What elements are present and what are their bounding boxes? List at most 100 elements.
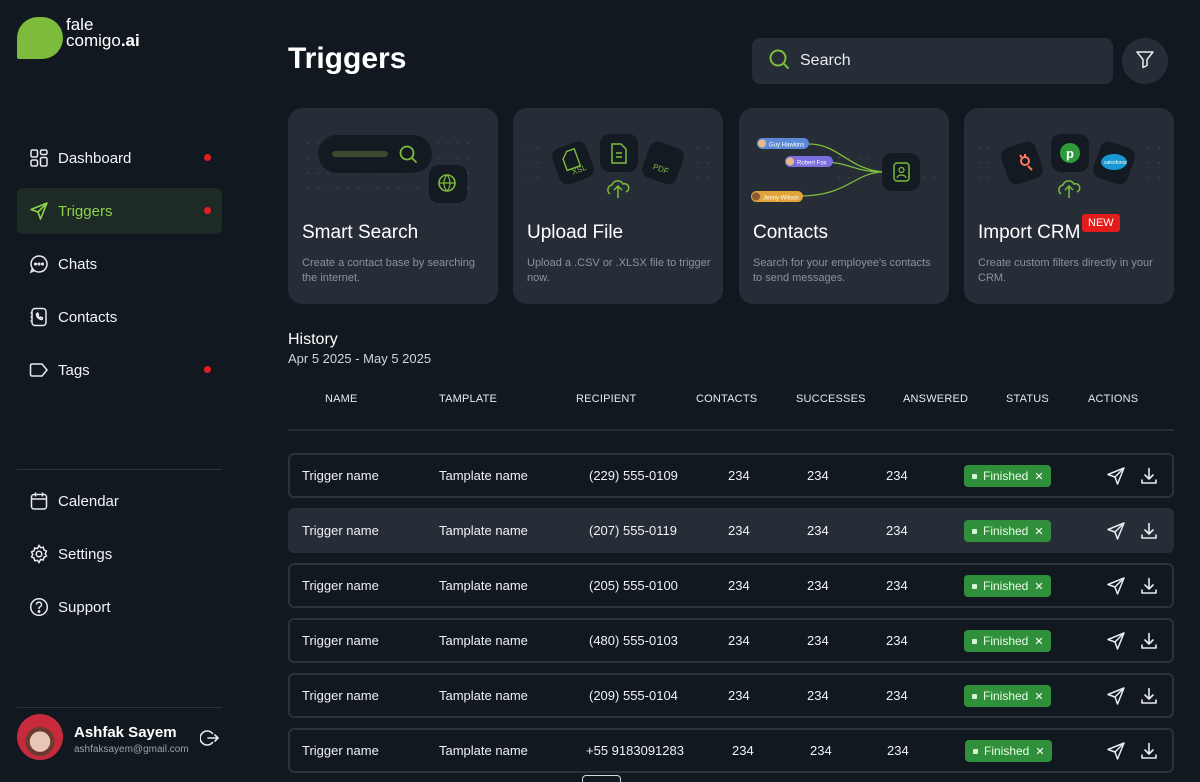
send-icon[interactable] bbox=[1106, 466, 1126, 486]
filter-icon bbox=[1135, 49, 1155, 74]
contact-chip: Robert Fox bbox=[797, 161, 827, 167]
download-icon[interactable] bbox=[1139, 631, 1159, 651]
send-icon[interactable] bbox=[1106, 631, 1126, 651]
column-header-recipient[interactable]: RECIPIENT bbox=[576, 393, 636, 405]
recipient-cell: (480) 555-0103 bbox=[589, 633, 678, 648]
card-upload-file[interactable]: XSL PDF Upload File Upload a .CSV or .XL… bbox=[513, 108, 723, 304]
sidebar-item-settings[interactable]: Settings bbox=[17, 531, 222, 577]
trigger-name-cell: Trigger name bbox=[302, 743, 379, 758]
download-icon[interactable] bbox=[1139, 686, 1159, 706]
sidebar-item-support[interactable]: Support bbox=[17, 584, 222, 630]
page-title: Triggers bbox=[288, 42, 407, 75]
card-import-crm[interactable]: p salesforce Import CRM NEW Create custo… bbox=[964, 108, 1174, 304]
contacts-illustration: Guy Hawkins Robert Fox Jenny Wilson bbox=[751, 138, 935, 202]
status-indicator bbox=[973, 748, 978, 754]
table-row[interactable]: Trigger name Tamplate name (480) 555-0103 2… bbox=[288, 618, 1174, 663]
template-cell: Tamplate name bbox=[439, 743, 528, 758]
successes-cell: 234 bbox=[807, 578, 829, 593]
sidebar-item-tags[interactable]: Tags bbox=[17, 347, 222, 393]
sidebar-item-dashboard[interactable]: Dashboard bbox=[17, 135, 222, 181]
status-badge[interactable]: Finished ✕ bbox=[964, 520, 1051, 542]
status-badge[interactable]: Finished ✕ bbox=[964, 575, 1051, 597]
column-header-template[interactable]: TAMPLATE bbox=[439, 393, 497, 405]
close-icon[interactable]: ✕ bbox=[1034, 525, 1043, 538]
search-bar[interactable] bbox=[752, 38, 1113, 84]
download-icon[interactable] bbox=[1139, 741, 1159, 761]
user-email: ashfaksayem@gmail.com bbox=[74, 744, 189, 755]
status-badge[interactable]: Finished ✕ bbox=[965, 740, 1052, 762]
column-header-name[interactable]: NAME bbox=[325, 393, 358, 405]
calendar-icon bbox=[29, 491, 49, 511]
new-badge: NEW bbox=[1082, 214, 1120, 232]
column-header-answered[interactable]: ANSWERED bbox=[903, 393, 968, 405]
search-icon bbox=[768, 48, 790, 75]
send-icon[interactable] bbox=[1106, 576, 1126, 596]
download-icon[interactable] bbox=[1139, 576, 1159, 596]
close-icon[interactable]: ✕ bbox=[1034, 635, 1043, 648]
status-label: Finished bbox=[983, 634, 1029, 648]
table-row[interactable]: Trigger name Tamplate name (209) 555-0104 2… bbox=[288, 673, 1174, 718]
download-icon[interactable] bbox=[1139, 521, 1159, 541]
contacts-cell: 234 bbox=[728, 578, 750, 593]
close-icon[interactable]: ✕ bbox=[1034, 690, 1043, 703]
sidebar-item-label: Support bbox=[58, 598, 111, 616]
successes-cell: 234 bbox=[807, 688, 829, 703]
user-name: Ashfak Sayem bbox=[74, 724, 177, 741]
card-description: Create a contact base by searching the i… bbox=[302, 257, 476, 284]
column-header-contacts[interactable]: CONTACTS bbox=[696, 393, 757, 405]
notification-dot bbox=[204, 154, 211, 161]
import-crm-illustration: p salesforce bbox=[978, 134, 1160, 198]
answered-cell: 234 bbox=[886, 523, 908, 538]
close-icon[interactable]: ✕ bbox=[1034, 580, 1043, 593]
status-indicator bbox=[972, 638, 977, 644]
user-profile[interactable]: Ashfak Sayem ashfaksayem@gmail.com bbox=[17, 714, 222, 762]
send-icon bbox=[29, 201, 49, 221]
template-cell: Tamplate name bbox=[439, 688, 528, 703]
status-badge[interactable]: Finished ✕ bbox=[964, 685, 1051, 707]
card-contacts[interactable]: Guy Hawkins Robert Fox Jenny Wilson Cont… bbox=[739, 108, 949, 304]
status-label: Finished bbox=[984, 744, 1030, 758]
card-description: Search for your employee's contacts to s… bbox=[753, 257, 931, 284]
contacts-cell: 234 bbox=[728, 468, 750, 483]
table-row[interactable]: Trigger name Tamplate name +55 9183091283 2… bbox=[288, 728, 1174, 773]
table-row[interactable]: Trigger name Tamplate name (229) 555-0109 2… bbox=[288, 453, 1174, 498]
recipient-cell: (229) 555-0109 bbox=[589, 468, 678, 483]
sidebar-item-chats[interactable]: Chats bbox=[17, 241, 222, 287]
status-indicator bbox=[972, 473, 977, 479]
close-icon[interactable]: ✕ bbox=[1034, 470, 1043, 483]
recipient-cell: (209) 555-0104 bbox=[589, 688, 678, 703]
tag-icon bbox=[29, 360, 49, 380]
contacts-cell: 234 bbox=[728, 633, 750, 648]
pipedrive-logo: p bbox=[1066, 146, 1074, 161]
send-icon[interactable] bbox=[1106, 741, 1126, 761]
status-badge[interactable]: Finished ✕ bbox=[964, 630, 1051, 652]
column-header-successes[interactable]: SUCCESSES bbox=[796, 393, 866, 405]
table-row[interactable]: Trigger name Tamplate name (207) 555-0119 2… bbox=[288, 508, 1174, 553]
sidebar-item-contacts[interactable]: Contacts bbox=[17, 294, 222, 340]
card-description: Create custom filters directly in your C… bbox=[978, 257, 1153, 284]
status-badge[interactable]: Finished ✕ bbox=[964, 465, 1051, 487]
search-input[interactable] bbox=[800, 52, 1080, 70]
status-indicator bbox=[972, 528, 977, 534]
send-icon[interactable] bbox=[1106, 521, 1126, 541]
answered-cell: 234 bbox=[886, 688, 908, 703]
sidebar-item-calendar[interactable]: Calendar bbox=[17, 478, 222, 524]
table-row[interactable]: Trigger name Tamplate name (205) 555-0100 2… bbox=[288, 563, 1174, 608]
brand-logo[interactable]: fale comigo.ai bbox=[17, 16, 140, 59]
history-date-range[interactable]: Apr 5 2025 - May 5 2025 bbox=[288, 351, 431, 366]
column-header-status[interactable]: STATUS bbox=[1006, 393, 1049, 405]
logout-icon[interactable] bbox=[199, 728, 220, 748]
card-title: Contacts bbox=[753, 222, 828, 243]
sidebar-item-triggers[interactable]: Triggers bbox=[17, 188, 222, 234]
card-smart-search[interactable]: Smart Search Create a contact base by se… bbox=[288, 108, 498, 304]
send-icon[interactable] bbox=[1106, 686, 1126, 706]
scroll-handle[interactable] bbox=[582, 775, 621, 782]
sidebar-item-label: Contacts bbox=[58, 308, 118, 326]
status-label: Finished bbox=[983, 524, 1029, 538]
recipient-cell: (205) 555-0100 bbox=[589, 578, 678, 593]
phone-book-icon bbox=[29, 307, 49, 327]
download-icon[interactable] bbox=[1139, 466, 1159, 486]
close-icon[interactable]: ✕ bbox=[1035, 745, 1044, 758]
card-title: Smart Search bbox=[302, 222, 419, 243]
filter-button[interactable] bbox=[1122, 38, 1168, 84]
